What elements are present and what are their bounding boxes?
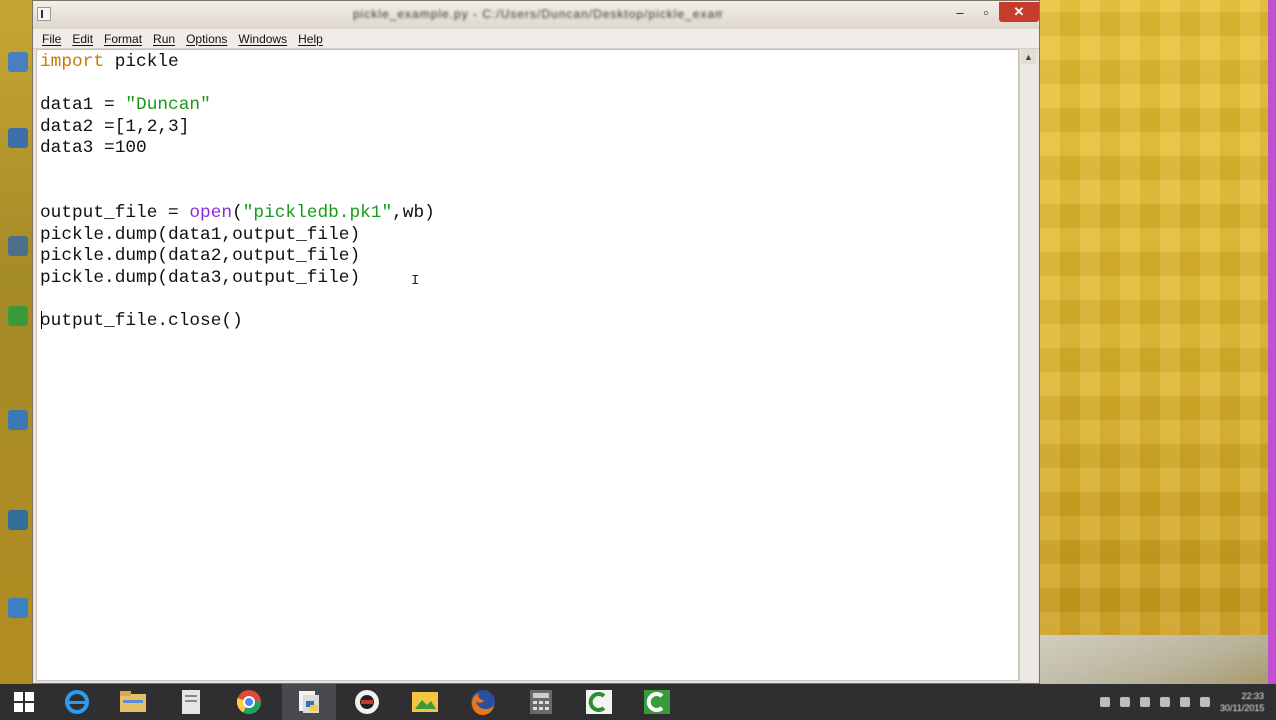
firefox-icon xyxy=(471,690,495,715)
taskbar-ie-button[interactable] xyxy=(50,684,104,720)
title-bar[interactable]: pickle_example.py - C:/Users/Duncan/Desk… xyxy=(33,1,1039,29)
code-line[interactable]: pickle.dump(data2,output_file) xyxy=(40,246,360,267)
camtasia-recorder-icon xyxy=(644,690,670,714)
menu-file[interactable]: File xyxy=(37,32,67,46)
desktop-icon-column xyxy=(0,0,34,684)
taskbar-document-button[interactable] xyxy=(164,684,218,720)
start-button[interactable] xyxy=(0,684,48,720)
taskbar-camtasia-button[interactable] xyxy=(572,684,626,720)
ie-icon xyxy=(65,690,89,714)
python-file-icon[interactable] xyxy=(37,7,51,21)
taskbar-explorer-button[interactable] xyxy=(106,684,160,720)
menu-run[interactable]: Run xyxy=(148,32,181,46)
taskbar-firefox-button[interactable] xyxy=(456,684,510,720)
clock-time: 22:33 xyxy=(1241,691,1264,701)
code-line[interactable]: import pickle xyxy=(40,52,179,73)
maximize-button[interactable]: ▫ xyxy=(973,2,999,22)
menu-bar: File Edit Format Run Options Windows Hel… xyxy=(33,29,1039,49)
desktop-shortcut-icon[interactable] xyxy=(8,52,28,72)
desktop-shortcut-icon[interactable] xyxy=(8,598,28,618)
chrome-icon xyxy=(236,690,261,715)
calculator-icon xyxy=(530,690,552,714)
taskbar-photos-button[interactable] xyxy=(398,684,452,720)
close-button[interactable]: ✕ xyxy=(999,2,1039,22)
tray-windows-icon[interactable] xyxy=(1120,697,1130,707)
menu-options[interactable]: Options xyxy=(181,32,233,46)
window-title: pickle_example.py - C:/Users/Duncan/Desk… xyxy=(353,7,723,21)
code-line[interactable]: pickle.dump(data1,output_file) xyxy=(40,225,360,246)
desktop-shortcut-icon[interactable] xyxy=(8,410,28,430)
desktop-shortcut-icon[interactable] xyxy=(8,128,28,148)
taskbar-camtasia-recorder-button[interactable] xyxy=(630,684,684,720)
code-line[interactable]: data3 =100 xyxy=(40,138,147,159)
tray-flag-icon[interactable] xyxy=(1160,697,1170,707)
desktop-shortcut-icon[interactable] xyxy=(8,236,28,256)
menu-format[interactable]: Format xyxy=(99,32,148,46)
desktop-edge xyxy=(1268,0,1276,684)
vertical-scrollbar[interactable]: ▲ xyxy=(1019,49,1037,681)
taskbar-calculator-button[interactable] xyxy=(514,684,568,720)
tray-display-icon[interactable] xyxy=(1180,697,1190,707)
code-line[interactable]: data1 = "Duncan" xyxy=(40,95,211,116)
desktop-shortcut-icon[interactable] xyxy=(8,306,28,326)
taskbar-camera-button[interactable] xyxy=(340,684,394,720)
file-explorer-icon xyxy=(120,691,146,712)
code-line[interactable]: pickle.dump(data3,output_file) xyxy=(40,268,360,289)
taskbar-idle-button[interactable] xyxy=(282,684,336,720)
tray-volume-icon[interactable] xyxy=(1200,697,1210,707)
scroll-up-arrow-icon[interactable]: ▲ xyxy=(1021,49,1036,64)
taskbar-chrome-button[interactable] xyxy=(222,684,276,720)
wallpaper-fragment xyxy=(1040,635,1276,684)
code-line[interactable]: output_file.close() xyxy=(40,311,243,332)
idle-icon xyxy=(299,691,319,713)
desktop-shortcut-icon[interactable] xyxy=(8,510,28,530)
menu-windows[interactable]: Windows xyxy=(233,32,293,46)
code-line[interactable]: data2 =[1,2,3] xyxy=(40,117,189,138)
photos-icon xyxy=(412,692,438,712)
tray-network-icon[interactable] xyxy=(1140,697,1150,707)
system-clock[interactable]: 22:33 30/11/2015 xyxy=(1220,690,1264,714)
code-line[interactable]: output_file = open("pickledb.pk1",wb) xyxy=(40,203,435,224)
camtasia-icon xyxy=(586,690,612,714)
system-tray: 22:33 30/11/2015 xyxy=(1056,684,1276,720)
menu-edit[interactable]: Edit xyxy=(67,32,99,46)
tray-expand-icon[interactable] xyxy=(1100,697,1110,707)
camera-icon xyxy=(355,690,379,714)
taskbar: 22:33 30/11/2015 xyxy=(0,684,1276,720)
minimize-button[interactable]: – xyxy=(947,2,973,22)
clock-date: 30/11/2015 xyxy=(1220,703,1265,713)
code-editor[interactable]: I import pickle data1 = "Duncan" data2 =[1… xyxy=(36,49,1019,681)
document-icon xyxy=(182,690,200,714)
ibeam-cursor-icon: I xyxy=(411,273,420,289)
windows-logo-icon xyxy=(14,692,34,712)
idle-editor-window[interactable]: pickle_example.py - C:/Users/Duncan/Desk… xyxy=(32,0,1040,684)
menu-help[interactable]: Help xyxy=(293,32,329,46)
